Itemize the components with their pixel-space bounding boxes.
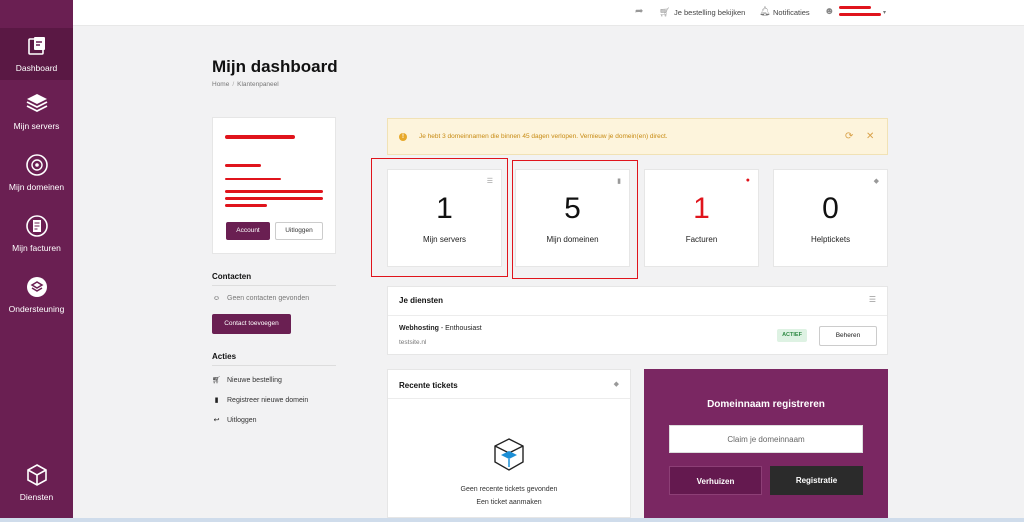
page-title: Mijn dashboard [212, 57, 338, 76]
ticket-icon: ◆ [613, 381, 619, 388]
sidebar-item-label: Mijn facturen [12, 243, 61, 253]
stat-label: Facturen [685, 235, 718, 244]
divider [388, 315, 887, 316]
close-icon[interactable]: ✕ [866, 131, 874, 142]
user-icon[interactable]: ☻ [824, 6, 835, 17]
action-logout[interactable]: ↩ Uitloggen [212, 416, 257, 424]
sidebar-item-support[interactable]: Ondersteuning [0, 275, 73, 314]
service-plan: - Enthousiast [438, 325, 482, 332]
list-icon: ☰ [868, 295, 876, 304]
sidebar-item-label: Diensten [19, 492, 54, 502]
chevron-down-icon[interactable]: ▾ [883, 9, 886, 16]
notifications-link[interactable]: Notificaties [773, 8, 810, 17]
globe-icon [25, 154, 48, 176]
breadcrumb-home[interactable]: Home [212, 81, 229, 88]
divider [388, 398, 630, 399]
redacted-detail [225, 164, 261, 167]
stat-card-tickets[interactable]: ◆ 0 Helptickets [773, 169, 888, 267]
services-panel: Je diensten ☰ Webhosting - Enthousiast t… [387, 286, 888, 355]
service-product: Webhosting [399, 325, 439, 332]
sidebar: Dashboard Mijn servers Mijn domeinen Mij… [0, 0, 73, 518]
bell-icon[interactable]: 🔔︎ [759, 6, 770, 17]
sidebar-item-label: Ondersteuning [8, 304, 65, 314]
sidebar-item-label: Mijn servers [13, 121, 60, 131]
service-name[interactable]: Webhosting - Enthousiast [399, 325, 482, 332]
alert-icon: ● [745, 177, 750, 184]
sidebar-item-label: Mijn domeinen [8, 182, 65, 192]
status-badge: ACTIEF [777, 329, 807, 342]
sidebar-item-domains[interactable]: Mijn domeinen [0, 153, 73, 192]
sidebar-item-servers[interactable]: Mijn servers [0, 92, 73, 131]
add-contact-button[interactable]: Contact toevoegen [212, 314, 291, 334]
stat-value: 0 [822, 192, 839, 225]
action-label: Nieuwe bestelling [227, 377, 282, 384]
topbar: ➦ 🛒︎ Je bestelling bekijken 🔔︎ Notificat… [73, 0, 1024, 26]
stat-card-invoices[interactable]: ● 1 Facturen [644, 169, 759, 267]
services-title: Je diensten [399, 296, 444, 305]
tag-icon: ▮ [214, 397, 219, 404]
tickets-empty: Geen recente tickets gevonden [460, 486, 558, 493]
breadcrumb-current: Klantenpaneel [237, 81, 279, 88]
action-label: Registreer nieuwe domein [227, 397, 309, 404]
server-icon [26, 94, 47, 113]
divider [212, 365, 336, 366]
manage-button[interactable]: Beheren [819, 326, 877, 346]
divider [212, 285, 336, 286]
register-button[interactable]: Registratie [770, 466, 863, 495]
service-domain: testsite.nl [399, 339, 427, 346]
dashboard-icon [27, 37, 45, 55]
domain-search-input[interactable] [669, 425, 863, 453]
refresh-icon[interactable]: ⟳ [845, 131, 853, 142]
ticket-icon: ◆ [873, 178, 879, 185]
stat-label: Helptickets [810, 235, 851, 244]
redacted-detail [225, 178, 281, 180]
redacted-name [225, 135, 295, 139]
action-register-domain[interactable]: ▮ Registreer nieuwe domein [212, 396, 309, 404]
redacted-username [839, 13, 881, 16]
contacts-title: Contacten [212, 272, 252, 281]
view-order-link[interactable]: Je bestelling bekijken [674, 8, 745, 17]
cart-icon: 🛒︎ [659, 7, 671, 17]
action-label: Uitloggen [227, 417, 257, 424]
support-icon [26, 277, 47, 297]
sidebar-item-dashboard[interactable]: Dashboard [0, 28, 73, 80]
transfer-button[interactable]: Verhuizen [669, 466, 762, 495]
share-icon[interactable]: ➦ [635, 6, 643, 17]
profile-card: Account Uitloggen [212, 117, 336, 254]
logout-arrow-icon: ↩ [213, 417, 220, 424]
account-button[interactable]: Account [226, 222, 270, 240]
actions-title: Acties [212, 352, 237, 361]
tickets-panel: Recente tickets ◆ Geen recente tickets g… [387, 369, 631, 518]
logout-button[interactable]: Uitloggen [275, 222, 323, 240]
redacted-detail [225, 190, 323, 193]
tickets-title: Recente tickets [399, 381, 458, 390]
highlight-box [371, 158, 508, 277]
expiry-alert: ! Je hebt 3 domeinnamen die binnen 45 da… [387, 118, 888, 155]
bottom-edge [0, 518, 1024, 522]
invoice-icon [25, 215, 48, 237]
highlight-box [512, 160, 638, 279]
contacts-empty: ☺ Geen contacten gevonden [212, 295, 309, 302]
alert-text: Je hebt 3 domeinnamen die binnen 45 dage… [419, 133, 668, 140]
cart-icon: 🛒︎ [212, 377, 221, 384]
contacts-empty-label: Geen contacten gevonden [227, 295, 310, 302]
user-icon: ☺ [212, 295, 221, 302]
breadcrumb: Home / Klantenpaneel [212, 81, 279, 88]
sidebar-item-label: Dashboard [15, 63, 58, 73]
redacted-username [839, 6, 871, 9]
domain-register-title: Domeinnaam registreren [707, 399, 825, 410]
create-ticket-link[interactable]: Een ticket aanmaken [388, 499, 630, 506]
redacted-detail [225, 204, 267, 207]
warning-icon: ! [399, 133, 407, 141]
box-icon [26, 464, 47, 486]
empty-box-icon [494, 438, 524, 471]
sidebar-item-invoices[interactable]: Mijn facturen [0, 214, 73, 253]
stat-value: 1 [693, 192, 710, 225]
action-new-order[interactable]: 🛒︎ Nieuwe bestelling [212, 376, 282, 384]
domain-register-panel: Domeinnaam registreren Verhuizen Registr… [644, 369, 888, 518]
redacted-detail [225, 197, 323, 200]
sidebar-item-services[interactable]: Diensten [0, 463, 73, 502]
